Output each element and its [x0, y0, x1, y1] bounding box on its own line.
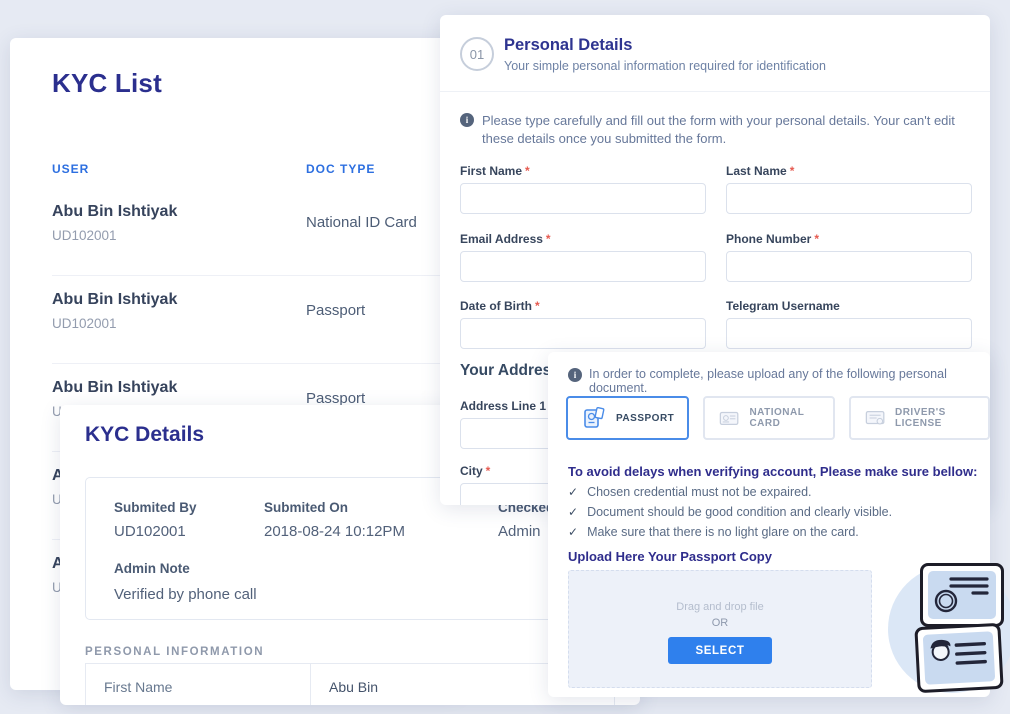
table-row[interactable]: Abu Bin Ishtiyak UD102001 Passport — [52, 276, 460, 364]
info-icon: i — [568, 368, 582, 382]
kyc-details-title: KYC Details — [85, 423, 204, 447]
id-card-graphic-bottom — [914, 623, 1003, 693]
field-label-last-name: Last Name* — [726, 164, 794, 178]
admin-note-value: Verified by phone call — [114, 586, 257, 603]
user-id: UD102001 — [52, 228, 117, 243]
doc-option-national-card[interactable]: NATIONAL CARD — [703, 396, 835, 440]
doc-option-label: DRIVER'S LICENSE — [895, 407, 975, 429]
personal-information-table: First Name Abu Bin — [85, 663, 615, 705]
upload-here-heading: Upload Here Your Passport Copy — [568, 549, 772, 564]
id-cards-illustration — [880, 555, 1010, 710]
summary-label: Submited By — [114, 500, 197, 515]
dropzone-or: OR — [569, 617, 871, 629]
step-number-badge: 01 — [460, 37, 494, 71]
doc-option-label: PASSPORT — [616, 413, 674, 424]
required-asterisk: * — [790, 164, 795, 178]
field-label-phone: Phone Number* — [726, 232, 819, 246]
required-asterisk: * — [814, 232, 819, 246]
drivers-license-icon — [864, 405, 886, 431]
date-of-birth-field[interactable] — [460, 318, 706, 349]
field-label-dob: Date of Birth* — [460, 299, 540, 313]
first-name-field[interactable] — [460, 183, 706, 214]
file-dropzone[interactable]: Drag and drop file OR SELECT — [568, 570, 872, 688]
doc-type: Passport — [306, 302, 365, 319]
user-name: Abu Bin Ishtiyak — [52, 379, 177, 397]
note-text: Please type carefully and fill out the f… — [482, 112, 972, 148]
required-asterisk: * — [546, 232, 551, 246]
note-text: In order to complete, please upload any … — [589, 367, 973, 395]
required-asterisk: * — [525, 164, 530, 178]
checklist-text: Chosen credential must not be expaired. — [587, 485, 811, 499]
checklist-item: ✓ Chosen credential must not be expaired… — [568, 485, 812, 499]
required-asterisk: * — [535, 299, 540, 313]
check-icon: ✓ — [568, 505, 578, 519]
passport-icon — [581, 405, 607, 431]
info-label-cell: First Name — [86, 664, 311, 705]
check-icon: ✓ — [568, 485, 578, 499]
info-icon: i — [460, 113, 474, 127]
user-name: Abu Bin Ishtiyak — [52, 203, 177, 221]
doc-option-passport[interactable]: PASSPORT — [566, 396, 689, 440]
personal-details-title: Personal Details — [504, 36, 632, 55]
doc-type: National ID Card — [306, 214, 417, 231]
table-row[interactable]: Abu Bin Ishtiyak UD102001 National ID Ca… — [52, 188, 460, 276]
doc-option-drivers-license[interactable]: DRIVER'S LICENSE — [849, 396, 990, 440]
card-face — [923, 631, 996, 685]
form-instruction-note: i Please type carefully and fill out the… — [460, 112, 972, 148]
card-lines-icon — [928, 571, 996, 619]
email-field[interactable] — [460, 251, 706, 282]
column-header-doc-type: DOC TYPE — [306, 162, 375, 176]
kyc-admin-page: KYC List USER DOC TYPE Abu Bin Ishtiyak … — [0, 0, 1010, 714]
header-divider — [440, 91, 990, 92]
card-face — [928, 571, 996, 619]
summary-label: Submited On — [264, 500, 405, 515]
user-id: UD102001 — [52, 316, 117, 331]
column-header-user: USER — [52, 162, 89, 176]
table-row: First Name Abu Bin — [86, 664, 614, 705]
address-section-heading: Your Address — [460, 362, 560, 380]
checklist-item: ✓ Document should be good condition and … — [568, 505, 892, 519]
field-label-city: City* — [460, 464, 490, 478]
upload-instruction-note: i In order to complete, please upload an… — [568, 367, 973, 395]
checklist-text: Document should be good condition and cl… — [587, 505, 892, 519]
field-label-email: Email Address* — [460, 232, 551, 246]
national-card-icon — [718, 405, 740, 431]
doc-option-label: NATIONAL CARD — [749, 407, 819, 429]
checklist-text: Make sure that there is no light glare o… — [587, 525, 859, 539]
summary-value: UD102001 — [114, 523, 197, 540]
field-label-first-name: First Name* — [460, 164, 530, 178]
document-type-options: PASSPORT NATIONAL CARD — [566, 396, 990, 440]
field-label-telegram: Telegram Username — [726, 299, 840, 313]
personal-details-subtitle: Your simple personal information require… — [504, 59, 826, 73]
verification-warning-heading: To avoid delays when verifying account, … — [568, 464, 977, 479]
select-file-button[interactable]: SELECT — [668, 637, 772, 664]
summary-value: 2018-08-24 10:12PM — [264, 523, 405, 540]
last-name-field[interactable] — [726, 183, 972, 214]
summary-submitted-by: Submited By UD102001 — [114, 500, 197, 540]
required-asterisk: * — [486, 464, 491, 478]
dropzone-hint: Drag and drop file — [569, 601, 871, 613]
field-label-address-line-1: Address Line 1* — [460, 399, 554, 413]
phone-number-field[interactable] — [726, 251, 972, 282]
personal-information-heading: PERSONAL INFORMATION — [85, 646, 264, 658]
card-face-icon — [923, 631, 996, 685]
telegram-username-field[interactable] — [726, 318, 972, 349]
id-card-graphic-top — [920, 563, 1004, 627]
kyc-list-title: KYC List — [52, 68, 162, 99]
checklist-item: ✓ Make sure that there is no light glare… — [568, 525, 859, 539]
check-icon: ✓ — [568, 525, 578, 539]
summary-submitted-on: Submited On 2018-08-24 10:12PM — [264, 500, 405, 540]
admin-note-label: Admin Note — [114, 561, 190, 576]
user-name: Abu Bin Ishtiyak — [52, 291, 177, 309]
